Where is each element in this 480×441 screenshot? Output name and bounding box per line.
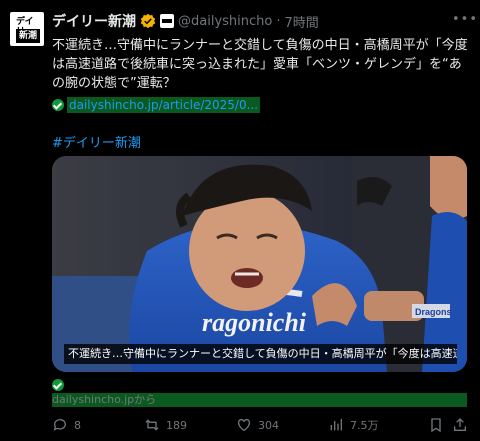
views-icon [330, 419, 342, 431]
views-button[interactable]: 7.5万 [328, 417, 379, 433]
svg-text:Dragons: Dragons [415, 307, 452, 317]
check-icon [52, 379, 64, 391]
media-card[interactable]: ragonichi Dragons 不運続き…守備中にランナーと交錯して負傷の中… [52, 156, 467, 372]
bookmark-icon [431, 418, 441, 433]
post[interactable]: デイリー 新潮 デイリー新潮 @dailyshincho · 7時間 ••• 不… [0, 0, 480, 441]
repost-button[interactable]: 189 [144, 417, 187, 433]
reply-icon [53, 419, 66, 431]
affiliation-icon[interactable] [160, 14, 174, 28]
account-name[interactable]: デイリー新潮 [52, 11, 136, 31]
share-button[interactable] [452, 417, 474, 433]
link-row: dailyshincho.jp/article/2025/0... [52, 96, 261, 114]
separator-dot: · [276, 13, 281, 29]
post-time[interactable]: 7時間 [284, 12, 318, 31]
repost-count: 189 [166, 418, 187, 432]
share-icon [454, 418, 466, 431]
post-header: デイリー新潮 @dailyshincho · 7時間 [52, 11, 319, 31]
check-icon [52, 99, 64, 111]
svg-text:ragonichi: ragonichi [202, 308, 307, 337]
article-link[interactable]: dailyshincho.jp/article/2025/0... [67, 97, 261, 113]
bookmark-button[interactable] [428, 417, 450, 433]
avatar-line2: 新潮 [16, 29, 40, 43]
like-count: 304 [258, 418, 279, 432]
heart-icon [237, 418, 251, 432]
post-text: 不運続き…守備中にランナーと交錯して負傷の中日・高橋周平が「今度は高速道路で後続… [52, 38, 468, 91]
account-handle[interactable]: @dailyshincho [178, 14, 272, 29]
avatar-logo: デイリー 新潮 [13, 15, 41, 43]
reply-button[interactable]: 8 [52, 417, 81, 433]
more-options-icon[interactable]: ••• [452, 12, 477, 27]
repost-icon [145, 419, 159, 431]
verified-badge-icon[interactable] [140, 13, 156, 29]
baseball-player-photo: ragonichi Dragons [52, 156, 467, 372]
like-button[interactable]: 304 [236, 417, 279, 433]
view-count: 7.5万 [350, 419, 379, 432]
action-bar: 8 189 304 7.5万 [52, 415, 472, 435]
media-caption: 不運続き…守備中にランナーと交錯して負傷の中日・高橋周平が「今度は高速道... [64, 344, 457, 364]
avatar[interactable]: デイリー 新潮 [10, 12, 44, 46]
hashtag-link[interactable]: #デイリー新潮 [52, 132, 141, 151]
source-link[interactable]: dailyshincho.jpから [52, 393, 467, 407]
reply-count: 8 [74, 418, 81, 432]
